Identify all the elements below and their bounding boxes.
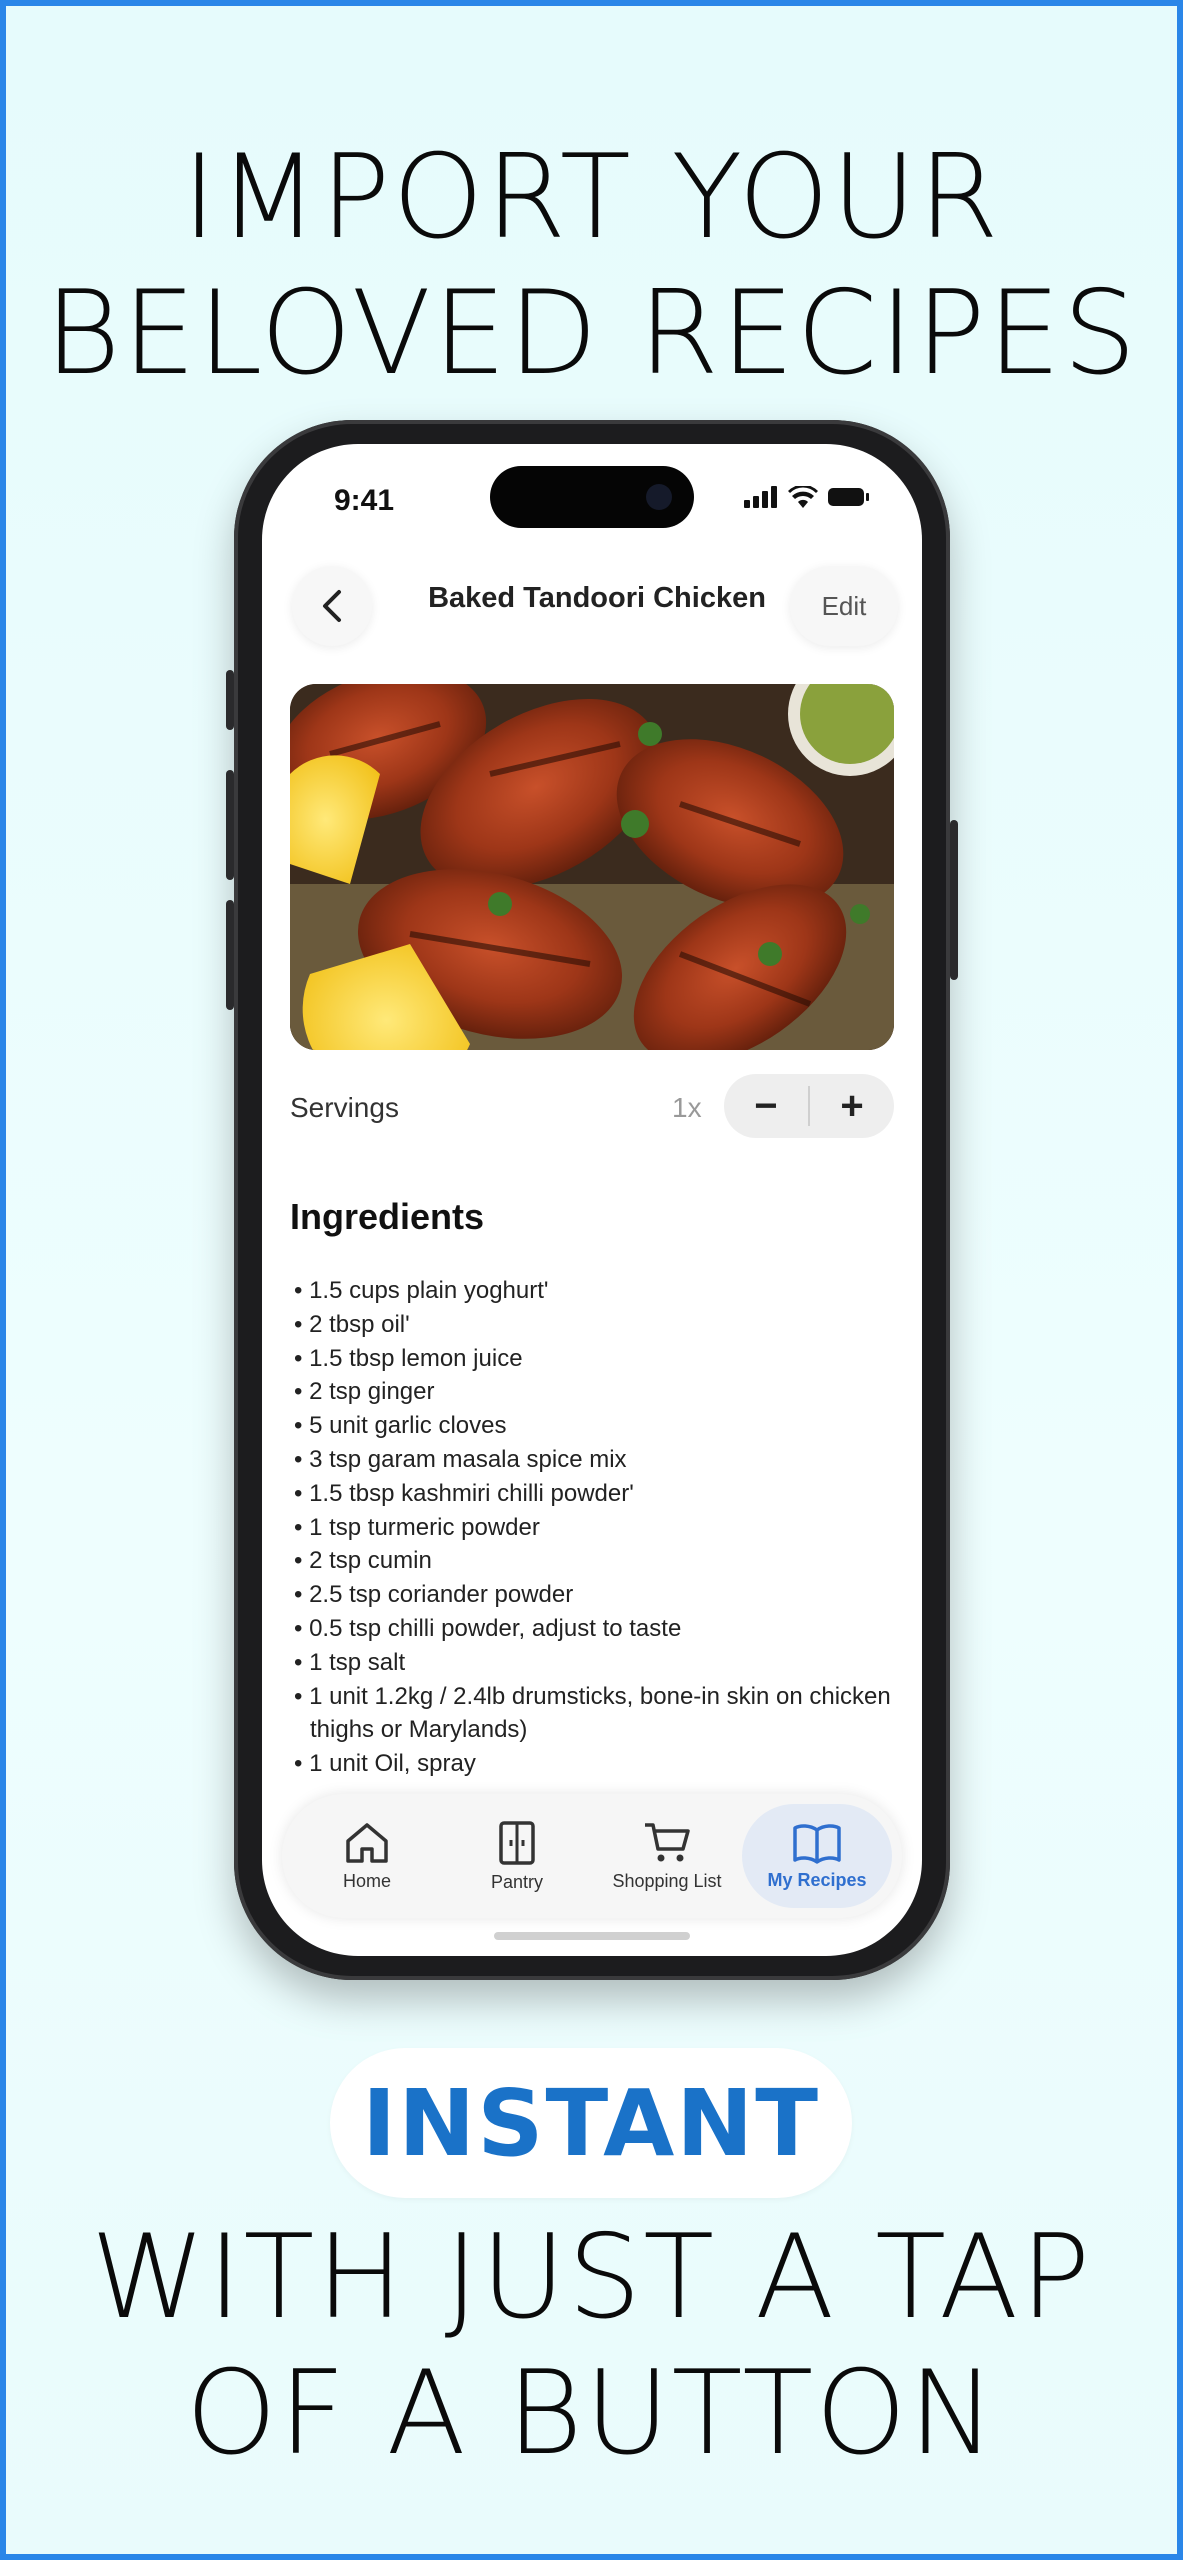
headline-top-line-2: BELOVED RECIPES (44, 266, 1139, 401)
phone-volume-down (226, 900, 234, 1010)
edit-button[interactable]: Edit (790, 566, 898, 646)
tab-pantry-label: Pantry (490, 1871, 544, 1892)
chevron-left-icon (323, 590, 341, 622)
battery-icon (828, 488, 869, 506)
ingredient-item: 2 tsp ginger (294, 1375, 894, 1409)
book-icon (793, 1823, 841, 1864)
ingredient-item: 3 tsp garam masala spice mix (294, 1443, 894, 1477)
tab-home-label: Home (342, 1870, 391, 1891)
ingredient-item: 1.5 tbsp lemon juice (294, 1342, 894, 1376)
ingredient-item: 1 tsp salt (294, 1646, 894, 1680)
phone-mute-switch (226, 670, 234, 730)
ingredient-item: 1 tsp turmeric powder (294, 1511, 894, 1545)
decrease-servings-button[interactable]: − (724, 1074, 808, 1138)
ingredient-item: 2.5 tsp coriander powder (294, 1578, 894, 1612)
headline-bottom-line-2: OF A BUTTON (185, 2346, 998, 2481)
status-icons (744, 486, 870, 508)
servings-stepper: − + (724, 1074, 894, 1138)
servings-label: Servings (290, 1092, 399, 1123)
recipe-title: Baked Tandoori Chicken (428, 582, 766, 614)
phone-screen: 9:41 Baked Tandoori Chicken Edit Serving… (262, 444, 922, 1956)
ingredient-item: 1 unit 1.2kg / 2.4lb drumsticks, bone-in… (294, 1680, 894, 1748)
headline-bottom: WITH JUST A TAP OF A BUTTON (0, 2210, 1183, 2482)
tab-shopping-list-label: Shopping List (612, 1870, 722, 1891)
ingredient-item: 2 tbsp oil' (294, 1308, 894, 1342)
phone-volume-up (226, 770, 234, 880)
increase-servings-button[interactable]: + (810, 1074, 894, 1138)
ingredient-item: 1 unit Oil, spray (294, 1747, 894, 1781)
instant-badge: INSTANT (330, 2048, 852, 2198)
wifi-icon (788, 486, 818, 508)
home-icon (346, 1822, 388, 1863)
tandoori-chicken-image (290, 684, 894, 1050)
ingredient-item: 1.5 tbsp kashmiri chilli powder' (294, 1477, 894, 1511)
tab-my-recipes-label: My Recipes (767, 1869, 867, 1890)
phone-power-button (950, 820, 958, 980)
ingredients-list: 1.5 cups plain yoghurt' 2 tbsp oil' 1.5 … (294, 1274, 894, 1781)
tab-pantry[interactable]: Pantry (442, 1804, 592, 1908)
cellular-signal-icon (744, 486, 777, 508)
cart-icon (645, 1822, 690, 1861)
status-time: 9:41 (334, 484, 395, 517)
back-button[interactable] (292, 566, 372, 646)
tab-home[interactable]: Home (292, 1804, 442, 1908)
ingredient-item: 1.5 cups plain yoghurt' (294, 1274, 894, 1308)
ingredients-heading: Ingredients (290, 1196, 485, 1237)
ingredient-item: 5 unit garlic cloves (294, 1409, 894, 1443)
tab-my-recipes[interactable]: My Recipes (742, 1804, 892, 1908)
phone-mockup: 9:41 Baked Tandoori Chicken Edit Serving… (226, 420, 958, 1980)
pantry-icon (499, 1820, 535, 1865)
servings-multiplier: 1x (672, 1092, 702, 1123)
headline-top-line-1: IMPORT YOUR (182, 130, 1001, 265)
bottom-tab-bar: Home Pantry Shopping List My Recipes (282, 1794, 902, 1918)
recipe-photo (290, 684, 894, 1050)
headline-top: IMPORT YOUR BELOVED RECIPES (0, 130, 1183, 402)
ingredient-item: 2 tsp cumin (294, 1544, 894, 1578)
home-indicator (494, 1932, 690, 1940)
headline-bottom-line-1: WITH JUST A TAP (90, 2210, 1093, 2345)
tab-shopping-list[interactable]: Shopping List (592, 1804, 742, 1908)
dynamic-island (490, 466, 694, 528)
ingredient-item: 0.5 tsp chilli powder, adjust to taste (294, 1612, 894, 1646)
